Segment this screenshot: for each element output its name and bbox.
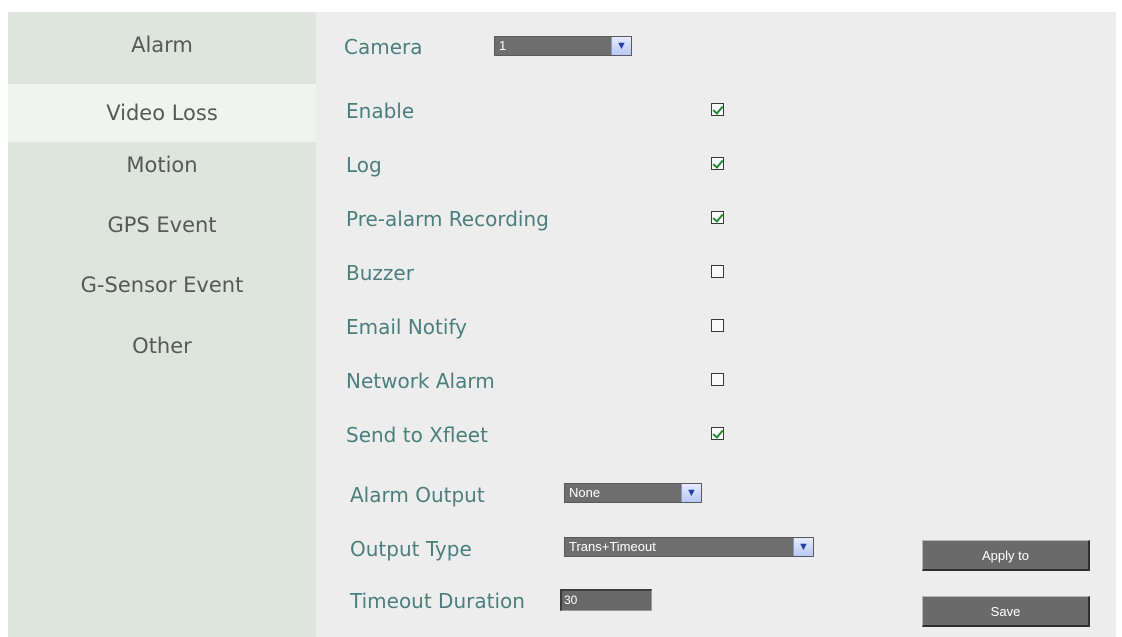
camera-select-value: 1	[499, 38, 507, 53]
output-type-label: Output Type	[350, 537, 472, 561]
sidebar-item-alarm[interactable]: Alarm	[8, 16, 316, 74]
camera-label: Camera	[344, 35, 423, 59]
network-alarm-label: Network Alarm	[346, 369, 495, 393]
alarm-output-label: Alarm Output	[350, 483, 485, 507]
sidebar-item-gps-event[interactable]: GPS Event	[8, 196, 316, 254]
apply-to-button[interactable]: Apply to	[922, 540, 1090, 571]
alarm-output-select-value: None	[569, 485, 601, 500]
timeout-duration-value: 30	[564, 593, 578, 607]
sidebar-item-g-sensor-event[interactable]: G-Sensor Event	[8, 256, 316, 314]
output-type-select-value: Trans+Timeout	[569, 539, 656, 554]
email-notify-checkbox[interactable]	[711, 319, 724, 332]
email-notify-label: Email Notify	[346, 315, 467, 339]
alarm-output-select[interactable]: None ▼	[564, 483, 702, 503]
network-alarm-checkbox[interactable]	[711, 373, 724, 386]
send-to-xfleet-label: Send to Xfleet	[346, 423, 488, 447]
chevron-down-icon[interactable]: ▼	[681, 484, 701, 502]
sidebar: Alarm Video Loss Motion GPS Event G-Sens…	[8, 12, 316, 637]
timeout-duration-input[interactable]: 30	[560, 589, 652, 611]
enable-label: Enable	[346, 99, 415, 123]
sidebar-item-video-loss[interactable]: Video Loss	[8, 84, 316, 142]
buzzer-label: Buzzer	[346, 261, 414, 285]
sidebar-item-motion[interactable]: Motion	[8, 136, 316, 194]
sidebar-item-other[interactable]: Other	[8, 317, 316, 375]
settings-panel: Camera 1 ▼ Enable Log Pre-alarm Recordin…	[316, 12, 1116, 637]
buzzer-checkbox[interactable]	[711, 265, 724, 278]
send-to-xfleet-checkbox[interactable]	[711, 427, 724, 440]
chevron-down-icon[interactable]: ▼	[611, 37, 631, 55]
output-type-select[interactable]: Trans+Timeout ▼	[564, 537, 814, 557]
log-label: Log	[346, 153, 382, 177]
enable-checkbox[interactable]	[711, 103, 724, 116]
chevron-down-icon[interactable]: ▼	[793, 538, 813, 556]
timeout-duration-label: Timeout Duration	[350, 589, 525, 613]
pre-alarm-recording-checkbox[interactable]	[711, 211, 724, 224]
log-checkbox[interactable]	[711, 157, 724, 170]
camera-select[interactable]: 1 ▼	[494, 36, 632, 56]
pre-alarm-recording-label: Pre-alarm Recording	[346, 207, 549, 231]
save-button[interactable]: Save	[922, 596, 1090, 627]
